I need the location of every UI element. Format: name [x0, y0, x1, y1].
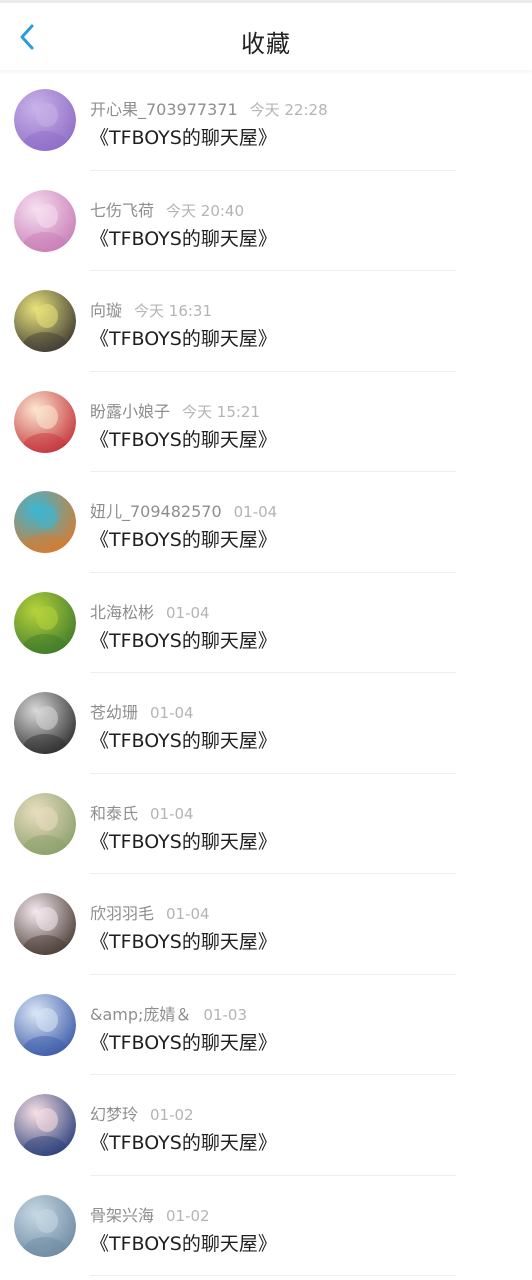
favorite-title[interactable]: 《TFBOYS的聊天屋》: [90, 123, 277, 150]
timestamp: 01-04: [150, 704, 194, 722]
favorite-title[interactable]: 《TFBOYS的聊天屋》: [90, 726, 277, 753]
favorite-title[interactable]: 《TFBOYS的聊天屋》: [90, 1229, 277, 1256]
favorites-list: 开心果_703977371 今天 22:28 《TFBOYS的聊天屋》 七伤飞荷 今天 …: [0, 70, 532, 1276]
avatar[interactable]: [14, 1194, 76, 1257]
avatar[interactable]: [14, 390, 76, 453]
favorite-title[interactable]: 《TFBOYS的聊天屋》: [90, 1028, 277, 1055]
timestamp: 01-04: [233, 503, 278, 521]
favorite-title[interactable]: 《TFBOYS的聊天屋》: [90, 224, 277, 251]
timestamp: 今天 22:28: [249, 101, 328, 119]
favorites-screen: 收藏 开心果_703977371 今天 22:28 《TFBOYS的聊天屋》 七伤飞荷…: [0, 0, 532, 1280]
list-item[interactable]: 向璇 今天 16:31 《TFBOYS的聊天屋》: [0, 271, 532, 372]
list-item[interactable]: 欣羽羽毛 01-04 《TFBOYS的聊天屋》: [0, 874, 532, 975]
avatar[interactable]: [14, 1094, 76, 1156]
author-name[interactable]: 幻梦玲: [90, 1105, 138, 1124]
favorite-title[interactable]: 《TFBOYS的聊天屋》: [90, 827, 277, 854]
favorite-title[interactable]: 《TFBOYS的聊天屋》: [90, 1128, 277, 1155]
author-name[interactable]: &amp;庞婧＆: [90, 1005, 191, 1024]
author-name[interactable]: 向璇: [90, 301, 122, 320]
item-meta: 向璇 今天 16:31: [90, 297, 212, 321]
favorite-title[interactable]: 《TFBOYS的聊天屋》: [90, 927, 277, 954]
list-item[interactable]: 和泰氏 01-04 《TFBOYS的聊天屋》: [0, 774, 532, 874]
avatar[interactable]: [14, 792, 76, 855]
list-item[interactable]: 骨架兴海 01-02 《TFBOYS的聊天屋》: [0, 1176, 532, 1276]
avatar[interactable]: [14, 591, 76, 654]
timestamp: 今天 16:31: [134, 302, 213, 320]
list-item[interactable]: 妞儿_709482570 01-04 《TFBOYS的聊天屋》: [0, 472, 532, 573]
item-meta: &amp;庞婧＆ 01-03: [90, 1001, 247, 1025]
timestamp: 01-04: [166, 905, 210, 923]
author-name[interactable]: 北海松彬: [90, 603, 154, 622]
timestamp: 01-03: [203, 1005, 248, 1024]
avatar[interactable]: [14, 290, 76, 352]
item-meta: 欣羽羽毛 01-04: [90, 900, 210, 924]
timestamp: 01-02: [150, 1106, 194, 1124]
favorite-title[interactable]: 《TFBOYS的聊天屋》: [90, 324, 277, 351]
list-item[interactable]: 苍幼珊 01-04 《TFBOYS的聊天屋》: [0, 673, 532, 774]
item-meta: 盼露小娘子 今天 15:21: [90, 398, 260, 422]
item-meta: 北海松彬 01-04: [90, 599, 210, 623]
item-meta: 和泰氏 01-04: [90, 800, 194, 824]
favorite-title[interactable]: 《TFBOYS的聊天屋》: [90, 626, 277, 653]
list-item[interactable]: 幻梦玲 01-02 《TFBOYS的聊天屋》: [0, 1075, 532, 1176]
author-name[interactable]: 和泰氏: [90, 804, 138, 823]
author-name[interactable]: 开心果_703977371: [90, 100, 238, 119]
item-meta: 苍幼珊 01-04: [90, 699, 194, 723]
author-name[interactable]: 七伤飞荷: [90, 201, 154, 220]
item-meta: 妞儿_709482570 01-04: [90, 498, 277, 522]
avatar[interactable]: [14, 89, 76, 151]
author-name[interactable]: 盼露小娘子: [90, 402, 170, 421]
favorite-title[interactable]: 《TFBOYS的聊天屋》: [90, 525, 277, 552]
row-divider: [90, 1275, 456, 1276]
list-item[interactable]: 北海松彬 01-04 《TFBOYS的聊天屋》: [0, 573, 532, 673]
avatar[interactable]: [14, 993, 76, 1056]
avatar[interactable]: [14, 491, 76, 553]
author-name[interactable]: 骨架兴海: [90, 1206, 154, 1225]
author-name[interactable]: 苍幼珊: [90, 703, 138, 722]
list-item[interactable]: 七伤飞荷 今天 20:40 《TFBOYS的聊天屋》: [0, 171, 532, 271]
author-name[interactable]: 欣羽羽毛: [90, 904, 154, 923]
item-meta: 七伤飞荷 今天 20:40: [90, 197, 244, 221]
favorite-title[interactable]: 《TFBOYS的聊天屋》: [90, 425, 277, 452]
item-meta: 骨架兴海 01-02: [90, 1202, 210, 1226]
timestamp: 01-04: [166, 603, 210, 622]
item-meta: 幻梦玲 01-02: [90, 1101, 194, 1125]
author-name[interactable]: 妞儿_709482570: [90, 502, 222, 521]
timestamp: 01-04: [150, 804, 194, 823]
list-item[interactable]: 盼露小娘子 今天 15:21 《TFBOYS的聊天屋》: [0, 372, 532, 472]
status-divider: [0, 0, 532, 3]
avatar[interactable]: [14, 692, 76, 754]
top-bar: 收藏: [0, 0, 532, 70]
page-title: 收藏: [241, 30, 291, 58]
list-item[interactable]: 开心果_703977371 今天 22:28 《TFBOYS的聊天屋》: [0, 70, 532, 171]
avatar[interactable]: [14, 189, 76, 252]
timestamp: 今天 15:21: [182, 402, 261, 421]
avatar[interactable]: [14, 893, 76, 955]
timestamp: 今天 20:40: [166, 201, 245, 220]
list-item[interactable]: &amp;庞婧＆ 01-03 《TFBOYS的聊天屋》: [0, 975, 532, 1075]
item-meta: 开心果_703977371 今天 22:28: [90, 96, 328, 120]
timestamp: 01-02: [166, 1206, 210, 1225]
